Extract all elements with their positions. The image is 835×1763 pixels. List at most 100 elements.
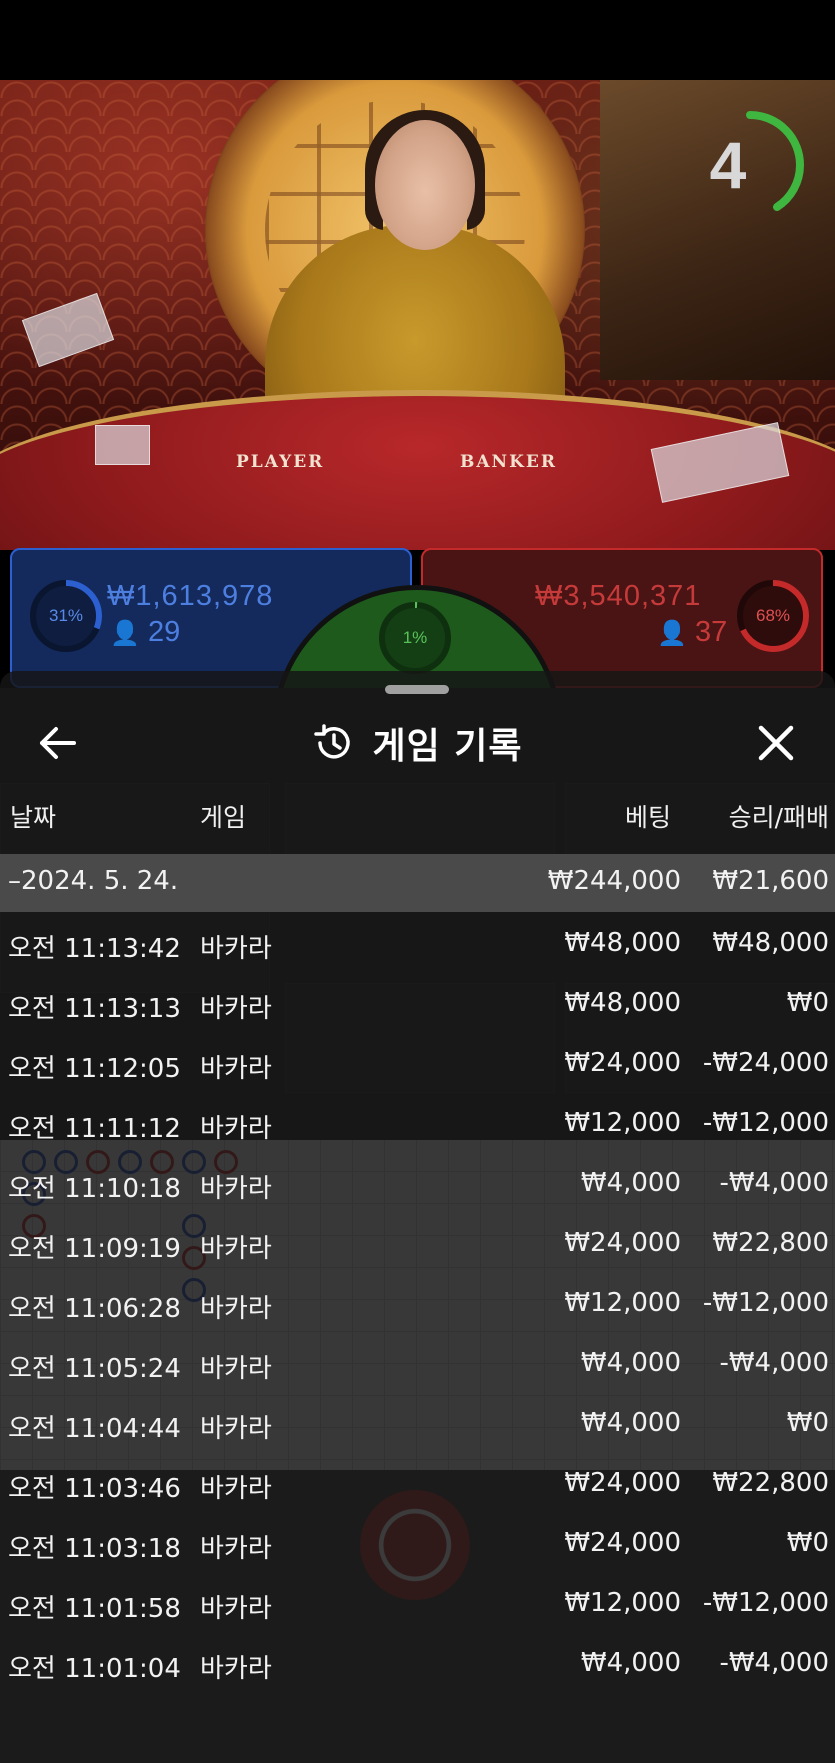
row-time: 오전 11:01:04: [8, 1654, 181, 1684]
banker-percent: 68%: [755, 606, 791, 625]
row-game: 바카라: [200, 934, 272, 964]
history-row[interactable]: 오전 11:12:05 바카라 ₩24,000 -₩24,000: [0, 1034, 835, 1094]
close-button[interactable]: [748, 715, 804, 771]
row-bet: ₩48,000: [564, 988, 681, 1018]
player-percent: 31%: [48, 606, 84, 625]
row-bet: ₩4,000: [580, 1348, 681, 1378]
row-result: -₩4,000: [719, 1168, 829, 1198]
row-time: 오전 11:12:05: [8, 1054, 181, 1084]
player-bet-amount: ₩1,613,978: [107, 580, 274, 612]
date-group-result-total: ₩21,600: [712, 866, 829, 896]
sheet-drag-handle[interactable]: [385, 685, 449, 694]
history-row[interactable]: 오전 11:01:58 바카라 ₩12,000 -₩12,000: [0, 1574, 835, 1634]
history-icon: [314, 724, 351, 759]
row-game: 바카라: [200, 1474, 272, 1504]
row-result: -₩12,000: [702, 1288, 829, 1318]
app-root: PLAYER BANKER 4 31% ₩1,613,978 👤 29 68% …: [0, 0, 835, 1763]
row-result: ₩0: [786, 1528, 829, 1558]
history-row[interactable]: 오전 11:06:28 바카라 ₩12,000 -₩12,000: [0, 1274, 835, 1334]
column-header-date: 날짜: [10, 803, 57, 832]
row-time: 오전 11:13:42: [8, 934, 181, 964]
row-time: 오전 11:03:18: [8, 1534, 181, 1564]
row-result: -₩12,000: [702, 1108, 829, 1138]
row-game: 바카라: [200, 1354, 272, 1384]
row-result: ₩0: [786, 1408, 829, 1438]
row-result: ₩48,000: [712, 928, 829, 958]
row-time: 오전 11:03:46: [8, 1474, 181, 1504]
row-result: ₩0: [786, 988, 829, 1018]
history-row[interactable]: 오전 11:05:24 바카라 ₩4,000 -₩4,000: [0, 1334, 835, 1394]
player-bettor-count: 👤 29: [110, 616, 180, 649]
dealer-face: [375, 120, 475, 250]
history-row[interactable]: 오전 11:10:18 바카라 ₩4,000 -₩4,000: [0, 1154, 835, 1214]
row-game: 바카라: [200, 1414, 272, 1444]
row-bet: ₩12,000: [564, 1288, 681, 1318]
row-time: 오전 11:06:28: [8, 1294, 181, 1324]
row-result: -₩12,000: [702, 1588, 829, 1618]
row-bet: ₩4,000: [580, 1168, 681, 1198]
row-game: 바카라: [200, 1114, 272, 1144]
row-bet: ₩12,000: [564, 1588, 681, 1618]
row-time: 오전 11:11:12: [8, 1114, 181, 1144]
history-row[interactable]: 오전 11:13:13 바카라 ₩48,000 ₩0: [0, 974, 835, 1034]
column-header-game: 게임: [200, 803, 247, 832]
row-time: 오전 11:01:58: [8, 1594, 181, 1624]
history-row[interactable]: 오전 11:13:42 바카라 ₩48,000 ₩48,000: [0, 914, 835, 974]
date-group-label: –2024. 5. 24.: [8, 866, 179, 896]
row-game: 바카라: [200, 1654, 272, 1684]
status-bar: [0, 0, 835, 80]
row-bet: ₩4,000: [580, 1648, 681, 1678]
date-group-bet-total: ₩244,000: [547, 866, 681, 896]
row-result: -₩24,000: [702, 1048, 829, 1078]
row-bet: ₩48,000: [564, 928, 681, 958]
page-title: 게임 기록: [372, 726, 523, 767]
row-result: -₩4,000: [719, 1648, 829, 1678]
row-time: 오전 11:04:44: [8, 1414, 181, 1444]
row-game: 바카라: [200, 1234, 272, 1264]
history-row[interactable]: 오전 11:01:04 바카라 ₩4,000 -₩4,000: [0, 1634, 835, 1694]
player-percent-ring: 31%: [28, 578, 104, 654]
row-time: 오전 11:09:19: [8, 1234, 181, 1264]
history-row[interactable]: 오전 11:11:12 바카라 ₩12,000 -₩12,000: [0, 1094, 835, 1154]
date-group-row[interactable]: –2024. 5. 24. ₩244,000 ₩21,600: [0, 854, 835, 912]
card-discard-left: [95, 425, 150, 465]
row-bet: ₩12,000: [564, 1108, 681, 1138]
banker-bettor-count-value: 37: [694, 616, 728, 648]
tie-percent-ring: 1%: [377, 600, 453, 676]
row-result: ₩22,800: [712, 1468, 829, 1498]
row-bet: ₩24,000: [564, 1468, 681, 1498]
person-icon: 👤: [110, 620, 140, 647]
row-bet: ₩24,000: [564, 1528, 681, 1558]
history-row[interactable]: 오전 11:03:46 바카라 ₩24,000 ₩22,800: [0, 1454, 835, 1514]
banker-percent-ring: 68%: [735, 578, 811, 654]
row-bet: ₩24,000: [564, 1048, 681, 1078]
row-game: 바카라: [200, 994, 272, 1024]
close-icon: [758, 725, 794, 761]
column-header-result: 승리/패배: [728, 803, 829, 832]
history-row[interactable]: 오전 11:04:44 바카라 ₩4,000 ₩0: [0, 1394, 835, 1454]
row-bet: ₩24,000: [564, 1228, 681, 1258]
row-time: 오전 11:13:13: [8, 994, 181, 1024]
tie-percent: 1%: [402, 628, 428, 647]
row-result: -₩4,000: [719, 1348, 829, 1378]
row-time: 오전 11:10:18: [8, 1174, 181, 1204]
sheet-header: 게임 기록: [0, 715, 835, 771]
player-bettor-count-value: 29: [147, 616, 181, 648]
history-row[interactable]: 오전 11:09:19 바카라 ₩24,000 ₩22,800: [0, 1214, 835, 1274]
row-bet: ₩4,000: [580, 1408, 681, 1438]
banker-bet-amount: ₩3,540,371: [535, 580, 702, 612]
history-row[interactable]: 오전 11:03:18 바카라 ₩24,000 ₩0: [0, 1514, 835, 1574]
row-time: 오전 11:05:24: [8, 1354, 181, 1384]
row-game: 바카라: [200, 1054, 272, 1084]
table-label-banker: BANKER: [460, 452, 557, 472]
row-game: 바카라: [200, 1534, 272, 1564]
row-game: 바카라: [200, 1174, 272, 1204]
column-header-bet: 베팅: [624, 803, 671, 832]
person-icon: 👤: [657, 620, 687, 647]
row-game: 바카라: [200, 1594, 272, 1624]
round-countdown-timer: 4: [695, 110, 805, 220]
banker-bettor-count: 👤 37: [657, 616, 727, 649]
row-result: ₩22,800: [712, 1228, 829, 1258]
table-label-player: PLAYER: [236, 452, 325, 472]
game-history-sheet: 게임 기록 날짜 게임 베팅 승리/패배 –2024. 5. 24. ₩244,…: [0, 671, 835, 1763]
